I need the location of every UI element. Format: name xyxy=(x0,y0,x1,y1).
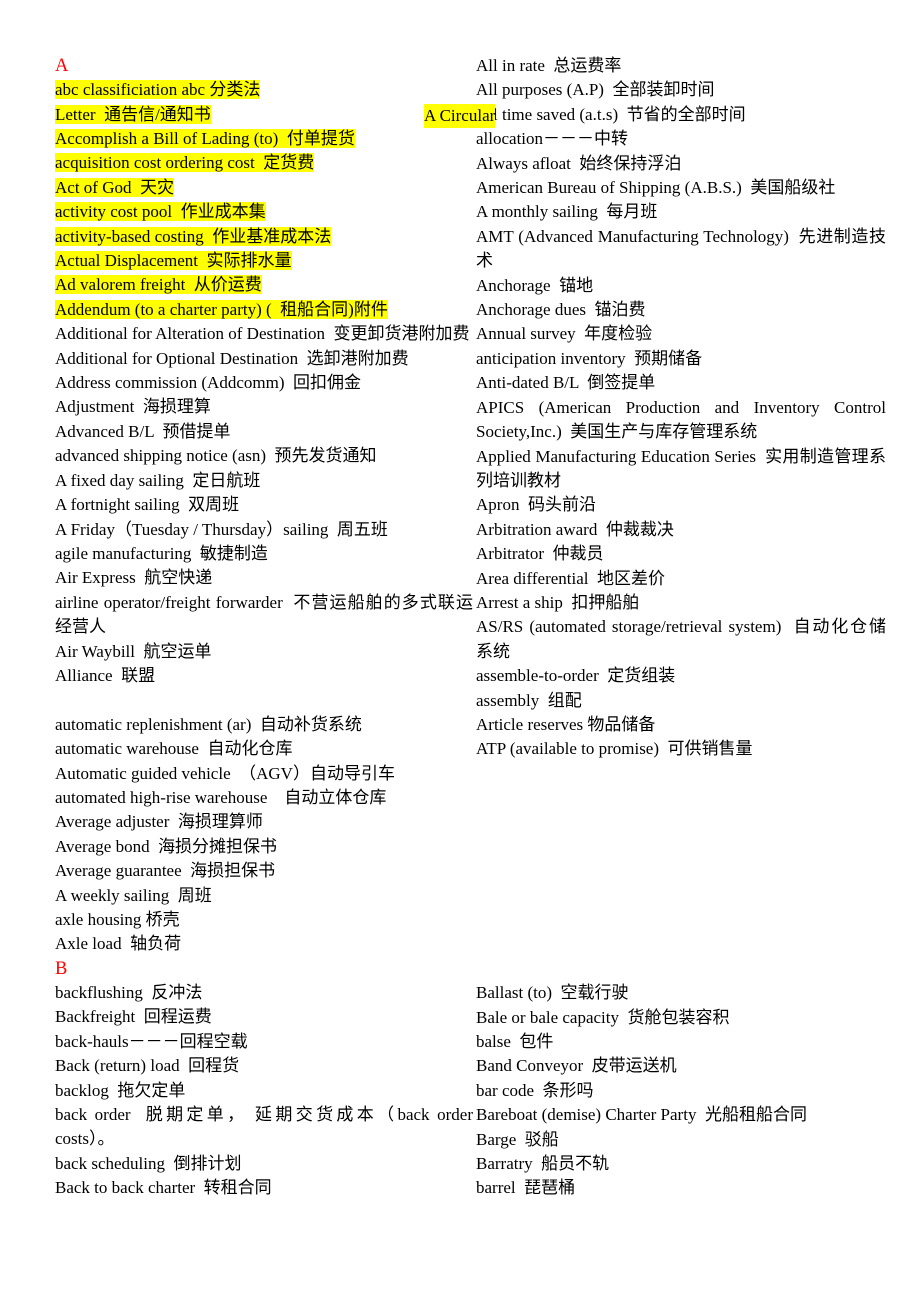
glossary-page: A abc classificiation abc 分类法 Letter 通告信/… xyxy=(0,0,920,1302)
left-a-entry: Adjustment 海损理算 xyxy=(55,397,211,417)
left-b-entry-list: backflushing 反冲法 Backfreight 回程运费 back-hau… xyxy=(55,981,473,1201)
highlight-span: activity-based costing 作业基准成本法 xyxy=(55,226,332,246)
left-a-entry: A fixed day sailing 定日航班 xyxy=(55,470,261,490)
left-a-entry: Address commission (Addcomm) 回扣佣金 xyxy=(55,373,361,393)
highlight-span: Letter 通告信/通知书 xyxy=(55,104,211,124)
left-b-entry: Back to back charter 转租合同 xyxy=(55,1178,272,1198)
left-a-entry: airline operator/freight forwarder 不营运船舶… xyxy=(55,592,473,637)
right-a-entry: assemble-to-order 定货组装 xyxy=(476,666,676,686)
left-a-entry: A weekly sailing 周班 xyxy=(55,885,212,905)
right-a-entry: All time saved (a.t.s) 节省的全部时间 xyxy=(476,104,746,124)
right-a-entry: Annual survey 年度检验 xyxy=(476,324,653,344)
right-b-entry: Ballast (to) 空载行驶 xyxy=(476,983,629,1003)
right-b-entry: Band Conveyor 皮带运送机 xyxy=(476,1056,677,1076)
left-column: A abc classificiation abc 分类法 Letter 通告信/… xyxy=(55,54,473,1201)
left-a-entry: acquisition cost ordering cost 定货费 xyxy=(55,151,473,175)
right-b-entry-list: Ballast (to) 空载行驶 Bale or bale capacity 货… xyxy=(476,981,886,1201)
right-a-entry: Arbitrator 仲裁员 xyxy=(476,544,604,564)
left-a-entry: abc classificiation abc 分类法 xyxy=(55,78,473,102)
highlight-span: Act of God 天灾 xyxy=(55,177,174,197)
left-a-entry: Addendum (to a charter party) ( 租船合同)附件 xyxy=(55,298,473,322)
left-a-blank-line xyxy=(55,688,473,712)
left-a-entry: Air Express 航空快递 xyxy=(55,568,213,588)
left-a-entry: Additional for Alteration of Destination… xyxy=(55,324,470,344)
right-b-entry: Bareboat (demise) Charter Party 光船租船合同 xyxy=(476,1105,807,1125)
left-a-entry: Average guarantee 海损担保书 xyxy=(55,861,276,881)
left-a-entry: Air Waybill 航空运单 xyxy=(55,641,212,661)
right-a-entry: APICS (American Production and Inventory… xyxy=(476,397,891,442)
section-heading-a-left: A xyxy=(55,56,69,76)
left-a-entry: Additional for Optional Destination 选卸港附… xyxy=(55,348,409,368)
left-a-entry: Axle load 轴负荷 xyxy=(55,934,182,954)
left-a-entry: advanced shipping notice (asn) 预先发货通知 xyxy=(55,446,377,466)
left-a-entry: Automatic guided vehicle （AGV）自动导引车 xyxy=(55,763,395,783)
left-a-entry: Alliance 联盟 xyxy=(55,665,156,685)
left-a-entry: A fortnight sailing 双周班 xyxy=(55,495,240,515)
right-a-entry: American Bureau of Shipping (A.B.S.) 美国船… xyxy=(476,178,836,198)
right-a-entry: A monthly sailing 每月班 xyxy=(476,202,658,222)
left-a-entry: activity cost pool 作业成本集 xyxy=(55,200,473,224)
right-b-entry: Barratry 船员不轨 xyxy=(476,1154,610,1174)
highlight-span: Addendum (to a charter party) ( 租船合同)附件 xyxy=(55,299,388,319)
right-a-entry: All in rate 总运费率 xyxy=(476,56,622,75)
left-a-entry: Letter 通告信/通知书 xyxy=(55,103,473,127)
left-b-entry: backflushing 反冲法 xyxy=(55,982,203,1002)
right-b-entry: bar code 条形吗 xyxy=(476,1080,594,1100)
left-b-entry: back order 脱期定单， 延期交货成本（back order costs… xyxy=(55,1105,478,1149)
right-a-entry: All purposes (A.P) 全部装卸时间 xyxy=(476,80,715,100)
left-a-entry: automated high-rise warehouse 自动立体仓库 xyxy=(55,787,387,807)
highlight-span: activity cost pool 作业成本集 xyxy=(55,202,266,222)
left-a-entry: A Friday（Tuesday / Thursday）sailing 周五班 xyxy=(55,519,388,539)
left-b-entry: Backfreight 回程运费 xyxy=(55,1007,212,1027)
highlight-span: Ad valorem freight 从价运费 xyxy=(55,275,262,295)
left-b-entry: back scheduling 倒排计划 xyxy=(55,1153,242,1173)
right-a-entry: Arrest a ship 扣押船舶 xyxy=(476,592,640,612)
left-a-entry: automatic warehouse 自动化仓库 xyxy=(55,739,293,759)
left-a-entry: Average bond 海损分摊担保书 xyxy=(55,836,278,856)
right-a-entry: Article reserves 物品储备 xyxy=(476,714,656,734)
left-a-entry: automatic replenishment (ar) 自动补货系统 xyxy=(55,714,362,734)
left-a-entry: Ad valorem freight 从价运费 xyxy=(55,273,473,297)
right-column: All in rate 总运费率 All purposes (A.P) 全部装卸时… xyxy=(476,54,886,1201)
left-a-entry: Accomplish a Bill of Lading (to) 付单提货 xyxy=(55,127,473,151)
left-a-entry: Act of God 天灾 xyxy=(55,176,473,200)
right-a-entry: Applied Manufacturing Education Series 实… xyxy=(476,446,886,490)
section-heading-b-left: B xyxy=(55,958,68,979)
right-a-entry: Area differential 地区差价 xyxy=(476,568,665,588)
left-a-entry-list: abc classificiation abc 分类法 Letter 通告信/通知… xyxy=(55,78,473,957)
highlight-span: Actual Displacement 实际排水量 xyxy=(55,251,292,271)
left-a-entry: Advanced B/L 预借提单 xyxy=(55,421,231,441)
right-a-entry: Always afloat 始终保持浮泊 xyxy=(476,153,682,173)
right-a-entry: AS/RS (automated storage/retrieval syste… xyxy=(476,617,886,661)
right-a-entry: Arbitration award 仲裁裁决 xyxy=(476,519,674,539)
right-a-entry: Anchorage 锚地 xyxy=(476,275,594,295)
right-a-entry: Anchorage dues 锚泊费 xyxy=(476,300,646,320)
left-a-entry: agile manufacturing 敏捷制造 xyxy=(55,543,268,563)
right-b-entry: Bale or bale capacity 货舱包装容积 xyxy=(476,1007,730,1027)
highlight-span: abc classificiation abc 分类法 xyxy=(55,80,261,100)
left-a-entry: Actual Displacement 实际排水量 xyxy=(55,249,473,273)
left-b-entry: backlog 拖欠定单 xyxy=(55,1080,186,1100)
right-a-entry: assembly 组配 xyxy=(476,690,582,710)
left-a-entry: axle housing 桥壳 xyxy=(55,909,180,929)
overlapping-text-a-circular: A Circular xyxy=(424,104,496,129)
right-a-entry: Apron 码头前沿 xyxy=(476,495,596,515)
right-a-entry: anticipation inventory 预期储备 xyxy=(476,348,703,368)
right-a-entry: Anti-dated B/L 倒签提单 xyxy=(476,373,656,393)
left-a-entry: Average adjuster 海损理算师 xyxy=(55,812,263,832)
right-a-entry: allocation－－－中转 xyxy=(476,129,629,149)
left-b-entry: back-hauls－－－回程空载 xyxy=(55,1031,248,1051)
right-b-entry: barrel 琵琶桶 xyxy=(476,1178,576,1198)
two-column-layout: A abc classificiation abc 分类法 Letter 通告信/… xyxy=(0,54,920,1201)
right-b-entry: balse 包件 xyxy=(476,1032,554,1051)
highlight-span: Accomplish a Bill of Lading (to) 付单提货 xyxy=(55,129,355,148)
right-a-entry: AMT (Advanced Manufacturing Technology) … xyxy=(476,226,886,271)
highlight-span: acquisition cost ordering cost 定货费 xyxy=(55,153,315,173)
right-a-entry: ATP (available to promise) 可供销售量 xyxy=(476,739,753,759)
left-b-entry: Back (return) load 回程货 xyxy=(55,1056,240,1076)
left-a-entry: activity-based costing 作业基准成本法 xyxy=(55,225,473,249)
right-b-entry: Barge 驳船 xyxy=(476,1129,559,1149)
right-a-entry-list: All in rate 总运费率 All purposes (A.P) 全部装卸时… xyxy=(476,54,886,762)
